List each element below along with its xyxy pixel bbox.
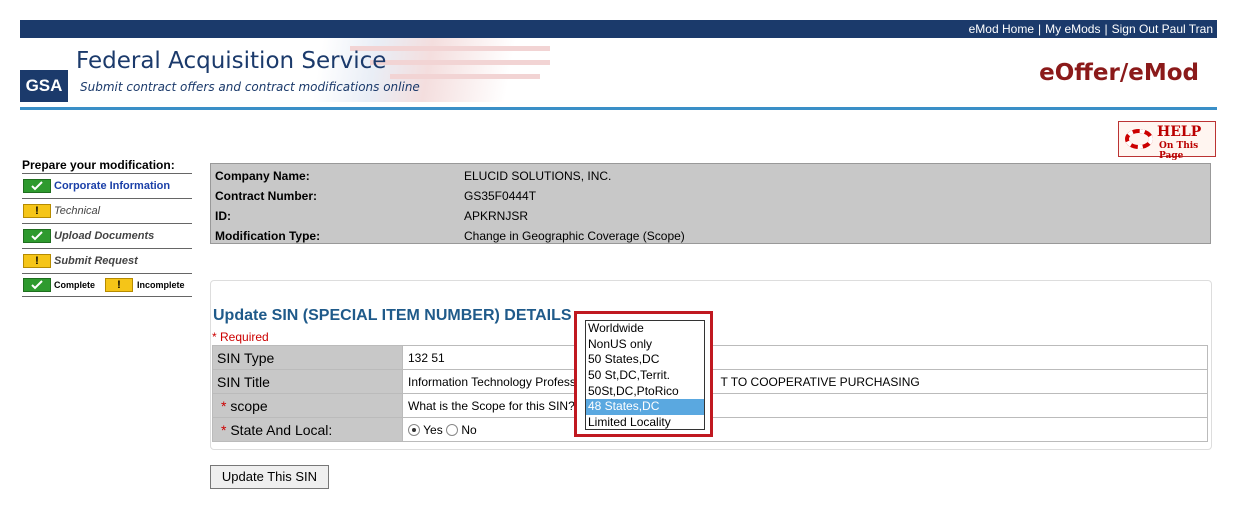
option-limited-locality[interactable]: Limited Locality bbox=[586, 415, 704, 431]
sin-title-text-rest: T TO COOPERATIVE PURCHASING bbox=[720, 374, 920, 389]
step-label: Corporate Information bbox=[54, 180, 171, 192]
flag-stripe bbox=[390, 74, 540, 79]
yes-radio[interactable] bbox=[408, 423, 420, 436]
info-value: ELUCID SOLUTIONS, INC. bbox=[464, 169, 612, 183]
step-label: Upload Documents bbox=[54, 230, 155, 242]
info-key: Contract Number: bbox=[215, 189, 318, 203]
required-note: * Required bbox=[212, 330, 269, 344]
help-button[interactable]: HELP On This Page bbox=[1118, 121, 1216, 161]
step-upload-documents[interactable]: Upload Documents bbox=[22, 224, 192, 249]
step-label: Submit Request bbox=[54, 255, 138, 267]
info-value: GS35F0444T bbox=[464, 189, 537, 203]
option-50-states-dc[interactable]: 50 States,DC bbox=[586, 352, 704, 368]
info-key: ID: bbox=[215, 209, 231, 223]
info-key: Modification Type: bbox=[215, 229, 321, 243]
flag-stripe bbox=[370, 60, 550, 65]
nav-separator: | bbox=[1104, 22, 1108, 36]
scope-dropdown-highlight: Worldwide NonUS only 50 States,DC 50 St,… bbox=[574, 311, 713, 437]
sign-out-link[interactable]: Sign Out Paul Tran bbox=[1112, 22, 1213, 36]
step-corporate-information[interactable]: Corporate Information bbox=[22, 174, 192, 199]
no-radio[interactable] bbox=[446, 423, 459, 436]
app-title: eOffer/eMod bbox=[1039, 60, 1199, 86]
info-row-company: Company Name: ELUCID SOLUTIONS, INC. bbox=[211, 165, 1210, 185]
no-radio-label: No bbox=[461, 422, 477, 437]
option-48-states-dc[interactable]: 48 States,DC bbox=[586, 399, 704, 416]
sin-title-label: SIN Title bbox=[212, 369, 403, 394]
gsa-logo: GSA bbox=[20, 70, 68, 102]
emod-home-link[interactable]: eMod Home bbox=[969, 22, 1034, 36]
option-worldwide[interactable]: Worldwide bbox=[586, 321, 704, 337]
update-sin-button[interactable]: Update This SIN bbox=[210, 465, 329, 489]
required-asterisk: * bbox=[221, 397, 227, 414]
top-nav-bar: eMod Home | My eMods | Sign Out Paul Tran bbox=[20, 20, 1217, 38]
steps-sidebar: Prepare your modification: Corporate Inf… bbox=[22, 158, 192, 297]
info-row-id: ID: APKRNJSR bbox=[211, 205, 1210, 225]
help-sublabel: On This Page bbox=[1159, 141, 1199, 161]
sin-title-value: Information Technology Professi T TO COOP… bbox=[402, 369, 1208, 394]
info-key: Company Name: bbox=[215, 169, 310, 183]
top-nav-links: eMod Home | My eMods | Sign Out Paul Tran bbox=[969, 22, 1213, 36]
scope-dropdown-list: Worldwide NonUS only 50 States,DC 50 St,… bbox=[585, 320, 705, 430]
info-value: Change in Geographic Coverage (Scope) bbox=[464, 229, 685, 243]
my-emods-link[interactable]: My eMods bbox=[1045, 22, 1100, 36]
check-icon bbox=[23, 229, 51, 243]
scope-label-text: scope bbox=[230, 397, 268, 414]
check-icon bbox=[23, 278, 51, 292]
option-50st-dc-ptorico[interactable]: 50St,DC,PtoRico bbox=[586, 384, 704, 400]
lifebuoy-icon bbox=[1125, 129, 1153, 149]
info-row-contract: Contract Number: GS35F0444T bbox=[211, 185, 1210, 205]
steps-title: Prepare your modification: bbox=[22, 158, 192, 174]
step-label: Technical bbox=[54, 205, 101, 217]
info-row-mod-type: Modification Type: Change in Geographic … bbox=[211, 225, 1210, 245]
sin-type-value: 132 51 bbox=[402, 345, 1208, 370]
yes-radio-label: Yes bbox=[423, 422, 443, 437]
state-local-label-text: State And Local: bbox=[230, 421, 333, 438]
state-local-options: Yes No bbox=[402, 417, 1208, 442]
status-legend: Complete ! Incomplete bbox=[22, 274, 192, 297]
required-asterisk: * bbox=[221, 421, 227, 438]
warning-icon: ! bbox=[23, 254, 51, 268]
sin-type-label: SIN Type bbox=[212, 345, 403, 370]
step-technical[interactable]: ! Technical bbox=[22, 199, 192, 224]
state-local-label: * State And Local: bbox=[212, 417, 403, 442]
info-value: APKRNJSR bbox=[464, 209, 529, 223]
org-subtitle: Submit contract offers and contract modi… bbox=[80, 80, 420, 94]
option-50-st-dc-territ[interactable]: 50 St,DC,Territ. bbox=[586, 368, 704, 384]
warning-icon: ! bbox=[105, 278, 133, 292]
step-submit-request[interactable]: ! Submit Request bbox=[22, 249, 192, 274]
warning-icon: ! bbox=[23, 204, 51, 218]
check-icon bbox=[23, 179, 51, 193]
section-title: Update SIN (SPECIAL ITEM NUMBER) DETAILS bbox=[213, 307, 572, 324]
scope-label: * scope bbox=[212, 393, 403, 418]
scope-select[interactable]: What is the Scope for this SIN? bbox=[402, 393, 1208, 418]
legend-complete: Complete bbox=[54, 280, 96, 290]
option-nonus-only[interactable]: NonUS only bbox=[586, 337, 704, 353]
help-label: HELP bbox=[1157, 124, 1202, 140]
org-title: Federal Acquisition Service bbox=[76, 48, 387, 74]
contract-info-panel: Company Name: ELUCID SOLUTIONS, INC. Con… bbox=[210, 163, 1211, 244]
nav-separator: | bbox=[1038, 22, 1042, 36]
sin-title-text: Information Technology Professi bbox=[408, 374, 579, 389]
header-divider bbox=[20, 107, 1217, 110]
legend-incomplete: Incomplete bbox=[137, 280, 185, 290]
